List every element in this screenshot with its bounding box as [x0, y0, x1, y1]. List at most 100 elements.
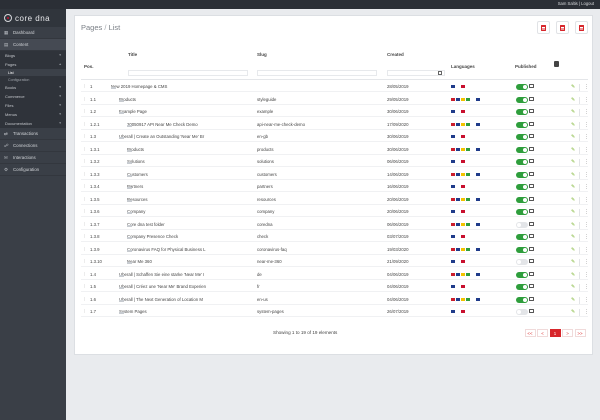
flag-icon[interactable] — [461, 285, 465, 288]
flag-icon[interactable] — [456, 135, 460, 138]
sidebar-item-dashboard[interactable]: ▦ Dashboard — [0, 27, 66, 39]
sidebar-item-commerce[interactable]: Commerce ▾ — [0, 92, 66, 101]
drag-handle-icon[interactable]: ⁞ — [84, 284, 88, 289]
published-toggle[interactable] — [516, 134, 528, 140]
table-row[interactable]: ⁞1.3.3 ▸Customers customers 14/06/2019 ✎ ⋮ — [81, 169, 589, 180]
flag-icon[interactable] — [451, 210, 455, 213]
more-options-icon[interactable]: ⋮ — [584, 97, 589, 103]
lock-icon[interactable] — [554, 61, 559, 67]
column-created[interactable]: Created — [387, 52, 404, 57]
flag-icon[interactable] — [461, 135, 465, 138]
sidebar-item-pages[interactable]: Pages ▴ — [0, 60, 66, 69]
more-options-icon[interactable]: ⋮ — [584, 309, 589, 315]
schedule-icon[interactable] — [529, 84, 534, 88]
table-row[interactable]: ⁞ 1.3.7 Core dna test folder coredna 06/06/2… — [81, 219, 589, 230]
flag-icon[interactable] — [466, 172, 470, 176]
flag-icon[interactable] — [456, 197, 460, 201]
more-options-icon[interactable]: ⋮ — [584, 284, 589, 290]
more-options-icon[interactable]: ⋮ — [584, 147, 589, 153]
flag-icon[interactable] — [451, 185, 455, 188]
flag-icon[interactable] — [456, 210, 460, 213]
flag-icon[interactable] — [456, 297, 460, 301]
table-row[interactable]: ⁞1.3.1 ▸Products products 30/06/2019 ✎ ⋮ — [81, 144, 589, 155]
flag-icon[interactable] — [451, 122, 455, 126]
published-toggle[interactable] — [516, 196, 528, 203]
flag-icon[interactable] — [466, 272, 470, 276]
flag-icon[interactable] — [456, 247, 460, 251]
flag-icon[interactable] — [466, 197, 470, 201]
table-row[interactable]: ⁞1.7 ▸System Pages system-pages 26/07/2019 ✎… — [81, 306, 589, 317]
more-options-icon[interactable]: ⋮ — [584, 159, 589, 165]
flag-icon[interactable] — [476, 172, 480, 176]
export-pdf-button[interactable] — [537, 21, 550, 34]
edit-icon[interactable]: ✎ — [571, 109, 575, 115]
drag-handle-icon[interactable]: ⁞ — [84, 97, 88, 102]
schedule-icon[interactable] — [529, 171, 534, 176]
flag-icon[interactable] — [476, 197, 480, 201]
sidebar-item-transactions[interactable]: ⇄ Transactions — [0, 128, 66, 140]
schedule-icon[interactable] — [529, 146, 534, 151]
flag-icon[interactable] — [476, 147, 480, 151]
flag-icon[interactable] — [471, 297, 475, 301]
published-toggle[interactable] — [516, 246, 528, 253]
drag-handle-icon[interactable]: ⁞ — [84, 209, 88, 214]
table-row[interactable]: ⁞ 1.2.1 20050917 API Near Me Check Demo api… — [81, 119, 589, 130]
table-row[interactable]: ⁞1.3.10 ▸Near Me 360 near-me-360 21/09/2020… — [81, 256, 589, 267]
title-filter-input[interactable] — [128, 70, 248, 76]
schedule-icon[interactable] — [529, 221, 534, 226]
table-row[interactable]: ⁞1.5 ▸Uberall | Créez une 'Near Me' Brand… — [81, 281, 589, 292]
schedule-icon[interactable] — [529, 259, 534, 263]
row-title[interactable]: ▸Coronavirus FAQ for Physical Business L — [127, 247, 247, 252]
table-row[interactable]: ⁞1.3 ▸Uberall | Create an Outstanding 'Ne… — [81, 131, 589, 142]
table-row[interactable]: ⁞1.2 ▸Example Page example 30/06/2019 ✎ ⋮ — [81, 106, 589, 117]
flag-icon[interactable] — [461, 260, 465, 263]
flag-icon[interactable] — [456, 310, 460, 313]
schedule-icon[interactable] — [529, 234, 534, 238]
edit-icon[interactable]: ✎ — [571, 84, 575, 90]
flag-icon[interactable] — [466, 222, 470, 226]
drag-handle-icon[interactable]: ⁞ — [84, 134, 88, 139]
table-row[interactable]: ⁞1.3.5 ▸Resources resources 20/06/2019 ✎ ⋮ — [81, 194, 589, 205]
drag-handle-icon[interactable]: ⁞ — [84, 234, 88, 239]
edit-icon[interactable]: ✎ — [571, 234, 575, 240]
row-title[interactable]: ▸Uberall | Create an Outstanding 'Near M… — [119, 134, 239, 139]
flag-icon[interactable] — [471, 247, 475, 251]
flag-icon[interactable] — [451, 285, 455, 288]
table-row[interactable]: ⁞1.6 ▸Uberall | The Next Generation of Lo… — [81, 294, 589, 305]
flag-icon[interactable] — [451, 85, 455, 88]
row-title[interactable]: Products — [119, 97, 239, 102]
edit-icon[interactable]: ✎ — [571, 147, 575, 153]
flag-icon[interactable] — [471, 272, 475, 276]
flag-icon[interactable] — [476, 247, 480, 251]
pagination-prev-button[interactable]: < — [537, 329, 548, 337]
column-published[interactable]: Published — [515, 64, 537, 69]
row-title[interactable]: Company Presence Check — [127, 234, 247, 239]
flag-icon[interactable] — [451, 110, 455, 113]
row-title[interactable]: 20050917 API Near Me Check Demo — [127, 122, 247, 127]
flag-icon[interactable] — [461, 122, 465, 126]
sidebar-item-content[interactable]: ▤ Content — [0, 39, 66, 51]
user-logout-link[interactable]: Sam Saltis | Logout — [558, 1, 594, 6]
flag-icon[interactable] — [471, 172, 475, 176]
published-toggle[interactable] — [516, 309, 528, 315]
row-title[interactable]: ▸Solutions — [127, 159, 247, 164]
flag-icon[interactable] — [456, 85, 460, 88]
row-title[interactable]: ▸Uberall | The Next Generation of Locati… — [119, 297, 239, 302]
table-row[interactable]: ⁞1.3.2 ▸Solutions solutions 06/06/2019 ✎ ⋮ — [81, 156, 589, 167]
flag-icon[interactable] — [476, 297, 480, 301]
flag-icon[interactable] — [456, 222, 460, 226]
row-title[interactable]: ▸Partners — [127, 184, 247, 189]
edit-icon[interactable]: ✎ — [571, 209, 575, 215]
flag-icon[interactable] — [456, 97, 460, 101]
flag-icon[interactable] — [456, 160, 460, 163]
flag-icon[interactable] — [451, 222, 455, 226]
flag-icon[interactable] — [461, 185, 465, 188]
drag-handle-icon[interactable]: ⁞ — [84, 172, 88, 177]
table-row[interactable]: ⁞1 ▸New 2019 Homepage & CMS 28/05/2019 ✎ ⋮ — [81, 81, 589, 92]
flag-icon[interactable] — [451, 172, 455, 176]
flag-icon[interactable] — [456, 110, 460, 113]
flag-icon[interactable] — [451, 135, 455, 138]
flag-icon[interactable] — [471, 122, 475, 126]
more-options-icon[interactable]: ⋮ — [584, 109, 589, 115]
sidebar-item-configuration-sub[interactable]: Configuration — [0, 76, 66, 83]
